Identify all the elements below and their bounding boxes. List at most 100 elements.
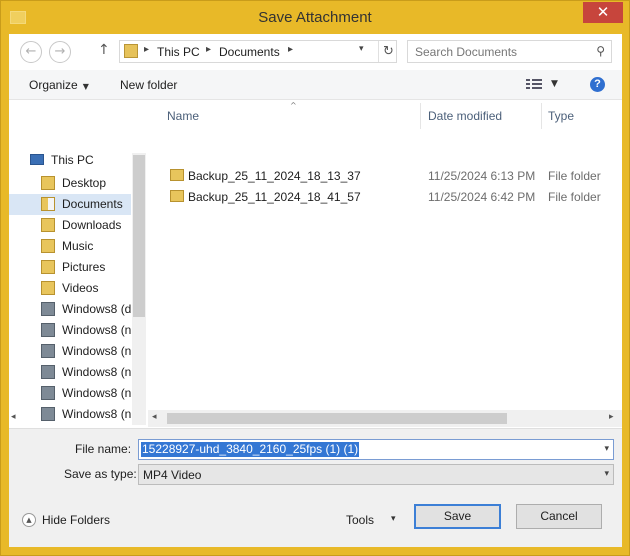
network-drive-icon (41, 344, 55, 358)
file-name: Backup_25_11_2024_18_13_37 (188, 169, 361, 183)
title-bar[interactable]: Save Attachment ✕ (1, 1, 629, 35)
file-name-label: File name: (75, 442, 132, 456)
navigation-pane[interactable]: This PC Desktop Documents Downloads Music Pic… (9, 101, 147, 428)
file-name-field[interactable]: 15228927-uhd_3840_2160_25fps (1) (1) ▾ (138, 439, 614, 460)
sidebar-item[interactable]: Videos (9, 278, 131, 299)
folder-icon (170, 169, 184, 181)
column-divider[interactable] (541, 103, 542, 129)
network-drive-icon (41, 365, 55, 379)
sidebar-item-label: Downloads (62, 218, 122, 232)
column-divider[interactable] (420, 103, 421, 129)
sidebar-item[interactable]: Windows8 (n (9, 341, 131, 362)
folder-icon (41, 218, 55, 232)
address-bar[interactable]: ▸ This PC ▸ Documents ▸ ▾ ↻ (119, 40, 397, 63)
scroll-left-icon[interactable]: ◂ (11, 412, 16, 422)
save-form: File name: 15228927-uhd_3840_2160_25fps … (9, 428, 622, 547)
save-as-type-value: MP4 Video (143, 468, 202, 482)
up-button[interactable]: ↑ (98, 42, 110, 58)
sidebar-item[interactable]: Windows8 (n (9, 383, 131, 404)
sidebar-item[interactable]: Downloads (9, 215, 131, 236)
sidebar-item-label: Documents (62, 197, 123, 211)
address-row: ← → ↑ ▸ This PC ▸ Documents ▸ ▾ ↻ ⚲ (9, 34, 622, 68)
save-as-type-select[interactable]: MP4 Video ▾ (138, 464, 614, 485)
dialog-body: ← → ↑ ▸ This PC ▸ Documents ▸ ▾ ↻ ⚲ Orga… (9, 34, 622, 547)
breadcrumb-separator-icon[interactable]: ▸ (206, 44, 211, 55)
sidebar-item[interactable]: Windows8 (n (9, 404, 131, 425)
sidebar-item-label: Windows8 (d (62, 302, 132, 316)
save-attachment-dialog: Save Attachment ✕ ← → ↑ ▸ This PC ▸ Docu… (0, 0, 630, 556)
sidebar-item-label: Windows8 (n (62, 344, 132, 358)
window-title: Save Attachment (258, 9, 372, 26)
breadcrumb-separator-icon[interactable]: ▸ (288, 44, 293, 55)
organize-menu[interactable]: Organize ▼ (29, 78, 89, 92)
sidebar-item-label: Windows8 (n (62, 386, 132, 400)
breadcrumb-documents[interactable]: Documents (219, 45, 280, 59)
search-icon[interactable]: ⚲ (596, 44, 605, 58)
network-drive-icon (41, 302, 55, 316)
column-header-type[interactable]: Type (548, 109, 574, 123)
scrollbar-thumb[interactable] (133, 155, 145, 317)
sidebar-item-label: Pictures (62, 260, 106, 274)
sidebar-item[interactable]: Windows8 (n (9, 362, 131, 383)
chevron-down-icon[interactable]: ▾ (604, 469, 609, 479)
cancel-button[interactable]: Cancel (516, 504, 602, 529)
search-input[interactable] (408, 41, 588, 62)
sidebar-item[interactable]: Pictures (9, 257, 131, 278)
column-header-name[interactable]: Name (167, 109, 199, 123)
file-date: 11/25/2024 6:13 PM (428, 169, 536, 183)
chevron-down-icon[interactable]: ▾ (604, 444, 609, 454)
file-row[interactable]: Backup_25_11_2024_18_13_37 11/25/2024 6:… (148, 166, 622, 187)
folder-icon (170, 190, 184, 202)
file-type: File folder (548, 169, 601, 183)
refresh-button[interactable]: ↻ (378, 41, 398, 62)
file-name-value[interactable]: 15228927-uhd_3840_2160_25fps (1) (1) (141, 442, 360, 457)
forward-button[interactable]: → (49, 41, 71, 63)
close-button[interactable]: ✕ (583, 2, 623, 23)
scroll-right-icon[interactable]: ▸ (609, 412, 614, 422)
hide-folders-button[interactable]: ▲ Hide Folders (22, 512, 110, 528)
view-options-icon[interactable] (526, 79, 542, 90)
folder-icon (41, 281, 55, 295)
sidebar-item[interactable]: Windows8 (n (9, 320, 131, 341)
collapse-icon: ▲ (22, 512, 36, 527)
search-box[interactable]: ⚲ (407, 40, 612, 63)
address-history-dropdown-icon[interactable]: ▾ (359, 44, 364, 54)
sort-ascending-icon: ^ (290, 101, 297, 110)
sidebar-item[interactable]: Windows8 (d (9, 299, 131, 320)
sidebar-item[interactable]: Desktop (9, 173, 131, 194)
file-list[interactable]: ^ Name Date modified Type Backup_25_11_2… (148, 101, 622, 428)
help-icon[interactable]: ? (590, 77, 605, 92)
scroll-left-icon[interactable]: ◂ (152, 412, 157, 422)
network-drive-icon (41, 386, 55, 400)
back-button[interactable]: ← (20, 41, 42, 63)
chevron-down-icon[interactable]: ▾ (391, 514, 396, 524)
folder-icon (41, 239, 55, 253)
network-drive-icon (41, 323, 55, 337)
sidebar-item[interactable]: This PC (9, 150, 131, 171)
sidebar-item[interactable]: Documents (9, 194, 131, 215)
new-folder-button[interactable]: New folder (120, 78, 177, 92)
file-date: 11/25/2024 6:42 PM (428, 190, 536, 204)
save-as-type-label: Save as type: (64, 467, 137, 481)
sidebar-item[interactable]: Music (9, 236, 131, 257)
sidebar-item-label: Windows8 (n (62, 323, 132, 337)
sidebar-item-label: Music (62, 239, 94, 253)
scrollbar-thumb[interactable] (167, 413, 507, 424)
horizontal-scrollbar[interactable]: ◂ ▸ (148, 410, 622, 427)
tools-menu[interactable]: Tools (346, 513, 374, 527)
file-name: Backup_25_11_2024_18_41_57 (188, 190, 361, 204)
file-row[interactable]: Backup_25_11_2024_18_41_57 11/25/2024 6:… (148, 187, 622, 208)
breadcrumb-this-pc[interactable]: This PC (157, 45, 200, 59)
network-drive-icon (41, 407, 55, 421)
chevron-down-icon: ▼ (82, 82, 89, 91)
save-button[interactable]: Save (414, 504, 501, 529)
command-bar: Organize ▼ New folder ▼ ? (9, 70, 622, 100)
breadcrumb-separator-icon[interactable]: ▸ (144, 44, 149, 55)
folder-icon (41, 176, 55, 190)
file-type: File folder (548, 190, 601, 204)
computer-icon (30, 154, 44, 165)
column-header-date-modified[interactable]: Date modified (428, 109, 502, 123)
navigation-scrollbar[interactable] (132, 153, 146, 425)
sidebar-item-label: Windows8 (n (62, 365, 132, 379)
chevron-down-icon[interactable]: ▼ (551, 79, 558, 89)
